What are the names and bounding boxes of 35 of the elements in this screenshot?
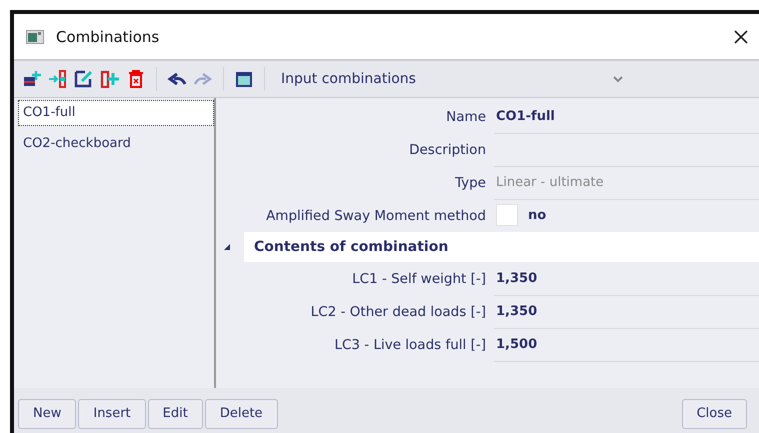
action-button[interactable]: New xyxy=(18,398,76,428)
add-row-icon[interactable] xyxy=(22,70,42,88)
property-label: Type xyxy=(454,174,487,190)
action-button[interactable]: Delete xyxy=(204,398,278,428)
close-icon[interactable] xyxy=(733,28,749,44)
property-value: Linear - ultimate xyxy=(496,174,604,190)
view-dropdown[interactable]: Input combinations xyxy=(275,71,601,87)
property-value[interactable]: CO1-full xyxy=(496,108,555,124)
property-label: LC1 - Self weight [-] xyxy=(351,270,487,286)
add-column-icon[interactable] xyxy=(100,70,120,88)
list-item[interactable]: CO1-full xyxy=(18,100,214,126)
section-header: Contents of combination xyxy=(244,232,759,262)
delete-icon[interactable] xyxy=(126,70,146,88)
insert-row-icon[interactable] xyxy=(48,70,68,88)
property-value[interactable]: 1,350 xyxy=(496,270,538,286)
collapse-triangle-icon[interactable] xyxy=(224,244,230,250)
action-button[interactable]: Edit xyxy=(148,398,203,428)
edit-icon[interactable] xyxy=(74,70,94,88)
property-label: Description xyxy=(408,142,487,158)
action-button[interactable]: Insert xyxy=(78,398,146,428)
property-label: Name xyxy=(445,108,487,124)
property-label: LC3 - Live loads full [-] xyxy=(333,336,487,352)
close-button[interactable]: Close xyxy=(682,398,747,428)
property-label: LC2 - Other dead loads [-] xyxy=(310,304,487,320)
table-icon[interactable] xyxy=(234,70,254,88)
property-value[interactable]: 1,350 xyxy=(496,304,538,318)
checkbox[interactable] xyxy=(496,204,518,226)
property-value[interactable]: 1,500 xyxy=(496,336,538,352)
window-title: Combinations xyxy=(56,28,160,46)
property-label: Amplified Sway Moment method xyxy=(265,208,487,224)
window-icon xyxy=(26,30,44,44)
undo-icon[interactable] xyxy=(167,70,187,88)
property-value: no xyxy=(528,208,546,222)
chevron-down-icon[interactable] xyxy=(613,76,623,82)
list-item[interactable]: CO2-checkboard xyxy=(18,131,214,157)
